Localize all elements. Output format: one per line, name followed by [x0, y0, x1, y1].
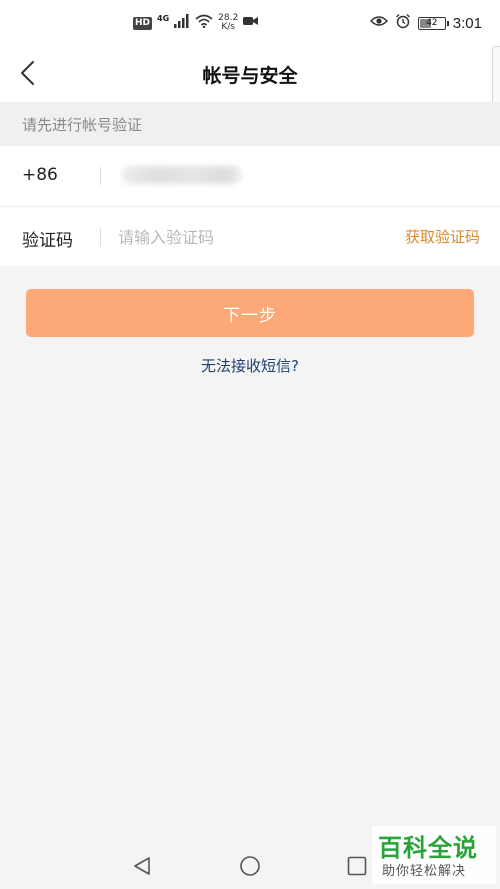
system-back-icon[interactable]	[130, 854, 154, 878]
status-center-icons: HD 4G 28.2 K/s	[133, 14, 259, 32]
eye-comfort-icon	[369, 14, 388, 32]
system-home-icon[interactable]	[238, 854, 262, 878]
video-camera-icon	[243, 15, 259, 31]
alarm-icon	[395, 13, 411, 33]
code-input[interactable]	[118, 223, 358, 251]
country-code[interactable]: +86	[22, 165, 58, 185]
hd-badge: HD	[133, 16, 153, 30]
get-code-button[interactable]: 获取验证码	[405, 226, 480, 247]
code-label: 验证码	[22, 231, 73, 251]
system-recents-icon[interactable]	[345, 854, 369, 878]
code-row: 验证码 获取验证码	[0, 206, 500, 266]
network-type: 4G	[157, 13, 170, 23]
next-button[interactable]: 下一步	[26, 289, 474, 337]
battery-level: 42	[426, 17, 438, 28]
verify-hint-bar: 请先进行帐号验证	[0, 102, 500, 146]
watermark-title: 百科全说	[378, 834, 478, 862]
status-bar: HD 4G 28.2 K/s 42 3:01	[0, 0, 500, 44]
battery-icon: 42	[417, 16, 449, 30]
status-right-icons: 42 3:01	[369, 13, 482, 33]
row-divider	[100, 228, 101, 246]
network-speed: 28.2 K/s	[218, 14, 238, 32]
watermark: 百科全说 助你轻松解决	[372, 826, 496, 884]
verify-hint: 请先进行帐号验证	[22, 116, 143, 134]
signal-icon	[174, 14, 190, 32]
phone-input[interactable]	[118, 162, 358, 190]
clock: 3:01	[452, 14, 482, 32]
wifi-icon	[195, 14, 213, 32]
no-sms-link[interactable]: 无法接收短信?	[0, 355, 500, 376]
speed-unit: K/s	[221, 22, 235, 32]
verification-form: +86 验证码 获取验证码	[0, 146, 500, 266]
header: 帐号与安全	[0, 44, 500, 102]
phone-row: +86	[0, 146, 500, 206]
page-title: 帐号与安全	[202, 65, 298, 87]
watermark-subtitle: 助你轻松解决	[382, 864, 467, 879]
row-divider	[100, 167, 101, 185]
